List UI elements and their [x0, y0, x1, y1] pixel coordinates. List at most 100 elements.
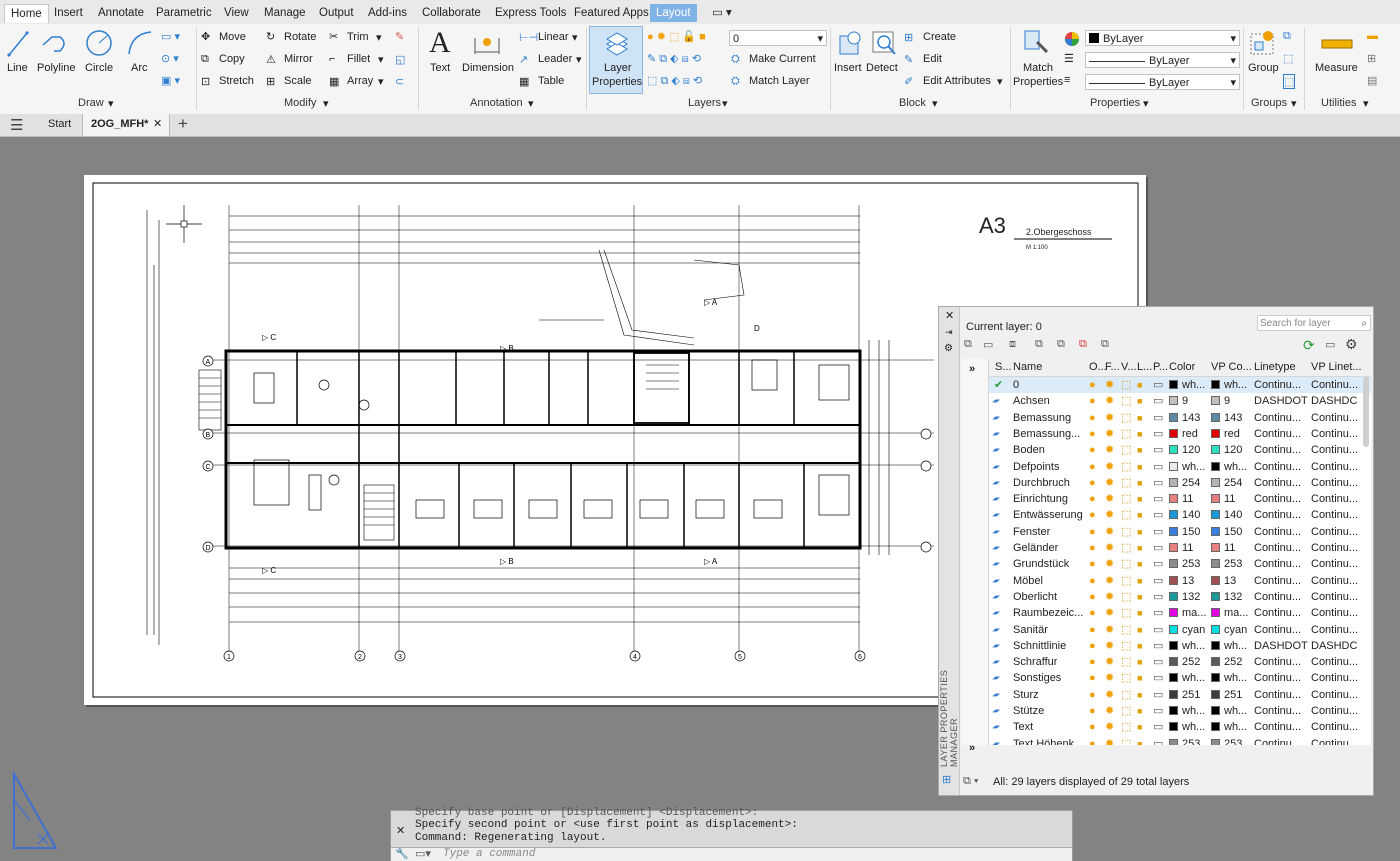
layer-linetype[interactable]: Continu...	[1254, 703, 1301, 719]
color-swatch[interactable]	[1169, 640, 1178, 650]
match-properties-label-1[interactable]: Match	[1023, 62, 1053, 74]
layer-vp-color[interactable]: 252	[1224, 654, 1242, 670]
color-swatch[interactable]	[1169, 380, 1178, 389]
bulb-on-icon[interactable]: ●	[1089, 573, 1096, 589]
new-tab-icon[interactable]: +	[178, 114, 188, 134]
layer-row[interactable]: ▰ Grundstück ● ✹ ⬚ ■ ▭ 253 253 Continu... Continu.…	[989, 556, 1371, 572]
utility-icon-2[interactable]: ⊞	[1367, 52, 1376, 65]
plot-icon[interactable]: ▭	[1153, 703, 1163, 719]
layer-color[interactable]: wh...	[1182, 719, 1205, 735]
layer-linetype[interactable]: Continu...	[1254, 442, 1301, 458]
bulb-on-icon[interactable]: ●	[1089, 491, 1096, 507]
col-name[interactable]: Name	[1013, 361, 1042, 373]
plot-icon[interactable]: ▭	[1153, 736, 1163, 745]
plot-icon[interactable]: ▭	[1153, 540, 1163, 556]
command-input[interactable]: Type a command	[443, 848, 535, 860]
fillet-button[interactable]: Fillet	[347, 53, 370, 65]
refresh-icon[interactable]: ⟳	[1303, 337, 1315, 354]
bulb-on-icon[interactable]: ●	[1089, 377, 1096, 393]
layer-vp-color[interactable]: wh...	[1224, 670, 1247, 686]
unlock-icon[interactable]: ■	[1137, 687, 1142, 703]
layer-vp-linetype[interactable]: Continu...	[1311, 426, 1358, 442]
layer-row[interactable]: ▰ Durchbruch ● ✹ ⬚ ■ ▭ 254 254 Continu... Continu.…	[989, 475, 1371, 491]
layer-vp-linetype[interactable]: Continu...	[1311, 556, 1358, 572]
copy-button[interactable]: Copy	[219, 53, 245, 65]
group-icon[interactable]	[1248, 28, 1276, 58]
tab-home[interactable]: Home	[4, 4, 49, 23]
layer-vp-linetype[interactable]: DASHDC	[1311, 393, 1357, 409]
linear-button[interactable]: Linear	[538, 31, 569, 43]
unlock-icon[interactable]: ■	[1137, 654, 1142, 670]
layer-vp-color[interactable]: wh...	[1224, 459, 1247, 475]
bulb-on-icon[interactable]: ●	[1089, 426, 1096, 442]
plot-icon[interactable]: ▭	[1153, 638, 1163, 654]
col-vp-color[interactable]: VP Co...	[1211, 361, 1252, 373]
layer-vp-linetype[interactable]: Continu...	[1311, 703, 1358, 719]
group-select-icon[interactable]: ⬚	[1283, 74, 1296, 89]
layer-color[interactable]: 140	[1182, 507, 1200, 523]
layer-vp-color[interactable]: 13	[1224, 573, 1236, 589]
layer-color[interactable]: 150	[1182, 524, 1200, 540]
layer-name[interactable]: Schnittlinie	[1013, 638, 1066, 654]
color-swatch[interactable]	[1169, 445, 1178, 455]
create-button[interactable]: Create	[923, 31, 956, 43]
plot-icon[interactable]: ▭	[1153, 687, 1163, 703]
sun-thaw-icon[interactable]: ✹	[1105, 377, 1114, 393]
rectangle-icon[interactable]: ▭ ▾	[161, 30, 180, 43]
col-status[interactable]: S...	[995, 361, 1012, 373]
layer-vp-color[interactable]: 143	[1224, 410, 1242, 426]
vp-color-swatch[interactable]	[1211, 575, 1220, 585]
vp-color-swatch[interactable]	[1211, 543, 1220, 552]
measure-button[interactable]: Measure	[1315, 62, 1358, 74]
line-icon[interactable]	[6, 29, 30, 59]
insert-block-icon[interactable]	[836, 28, 864, 58]
unlock-icon[interactable]: ■	[1137, 410, 1142, 426]
layer-linetype[interactable]: Continu...	[1254, 540, 1301, 556]
layer-linetype[interactable]: Continu...	[1254, 605, 1301, 621]
vp-color-swatch[interactable]	[1211, 412, 1220, 422]
dimension-button[interactable]: Dimension	[462, 62, 514, 74]
sun-thaw-icon[interactable]: ✹	[1105, 654, 1114, 670]
bulb-on-icon[interactable]: ●	[1089, 654, 1096, 670]
arc-button[interactable]: Arc	[131, 62, 148, 74]
layer-tool-icon[interactable]: ⊞	[942, 773, 951, 786]
layer-vp-color[interactable]: 150	[1224, 524, 1242, 540]
filter-dropdown-icon[interactable]: ⧉ ▾	[963, 775, 979, 788]
sun-thaw-icon[interactable]: ✹	[1105, 573, 1114, 589]
bulb-on-icon[interactable]: ●	[1089, 605, 1096, 621]
color-swatch[interactable]	[1169, 510, 1178, 520]
vp-freeze-icon[interactable]: ⬚	[1121, 719, 1131, 735]
layer-row[interactable]: ✔ 0 ● ✹ ⬚ ■ ▭ wh... wh... Continu... Continu...	[989, 377, 1371, 393]
color-swatch[interactable]	[1169, 543, 1178, 552]
sun-thaw-icon[interactable]: ✹	[1105, 410, 1114, 426]
layer-vp-color[interactable]: wh...	[1224, 638, 1247, 654]
match-layer-button[interactable]: Match Layer	[749, 75, 810, 87]
detect-icon[interactable]	[870, 28, 898, 58]
layer-linetype[interactable]: Continu...	[1254, 507, 1301, 523]
delete-layer-icon[interactable]: ⧉	[1079, 338, 1087, 351]
bulb-on-icon[interactable]: ●	[1089, 589, 1096, 605]
layer-linetype[interactable]: Continu...	[1254, 491, 1301, 507]
layer-name[interactable]: Text Höhenk...	[1013, 736, 1083, 745]
layer-vp-linetype[interactable]: Continu...	[1311, 736, 1358, 745]
vp-freeze-icon[interactable]: ⬚	[1121, 393, 1131, 409]
autohide-icon[interactable]: ⇥	[945, 327, 953, 338]
move-button[interactable]: Move	[219, 31, 246, 43]
plot-icon[interactable]: ▭	[1153, 589, 1163, 605]
palette-properties-icon[interactable]: ⚙	[944, 343, 953, 354]
bulb-on-icon[interactable]: ●	[1089, 670, 1096, 686]
unlock-icon[interactable]: ■	[1137, 736, 1142, 745]
polyline-icon[interactable]	[40, 29, 70, 59]
layer-vp-linetype[interactable]: Continu...	[1311, 377, 1358, 393]
vp-color-swatch[interactable]	[1211, 510, 1220, 520]
bulb-on-icon[interactable]: ●	[1089, 459, 1096, 475]
layer-linetype[interactable]: Continu...	[1254, 459, 1301, 475]
tab-annotate[interactable]: Annotate	[92, 4, 150, 22]
workspace-switch-icon[interactable]: ▭ ▾	[706, 4, 738, 22]
vp-color-swatch[interactable]	[1211, 689, 1220, 699]
layer-vp-color[interactable]: wh...	[1224, 719, 1247, 735]
tab-view[interactable]: View	[218, 4, 255, 22]
plot-icon[interactable]: ▭	[1153, 605, 1163, 621]
vp-freeze-icon[interactable]: ⬚	[1121, 507, 1131, 523]
utility-icon-3[interactable]: ▤	[1367, 74, 1377, 87]
